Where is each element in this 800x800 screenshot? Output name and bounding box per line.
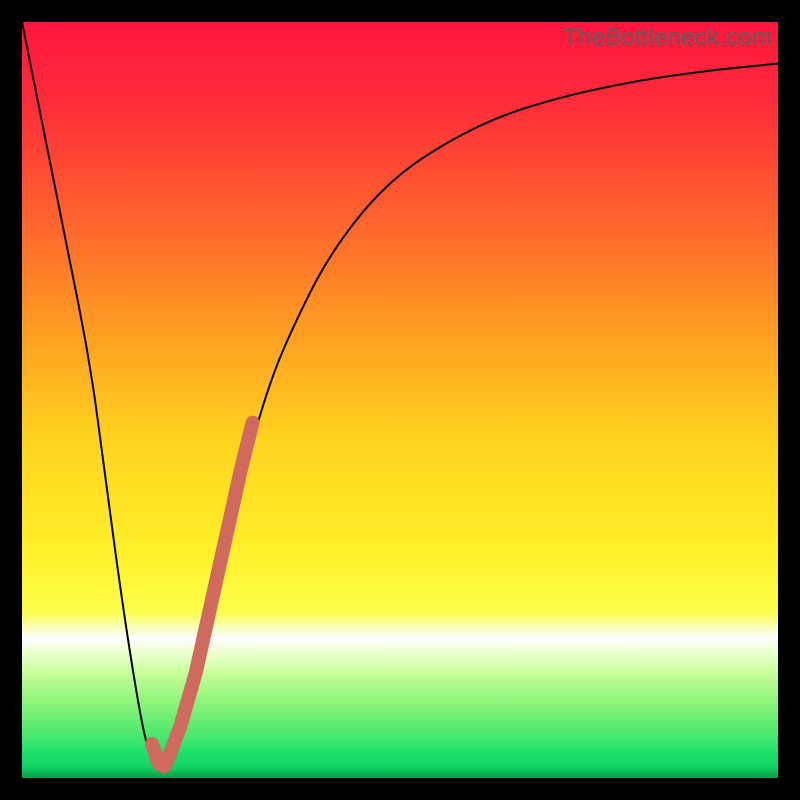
chart-frame: TheBottleneck.com [0, 0, 800, 800]
watermark-text: TheBottleneck.com [563, 24, 772, 52]
plot-area: TheBottleneck.com [22, 22, 778, 778]
gradient-background [22, 22, 778, 778]
chart-svg [22, 22, 778, 778]
